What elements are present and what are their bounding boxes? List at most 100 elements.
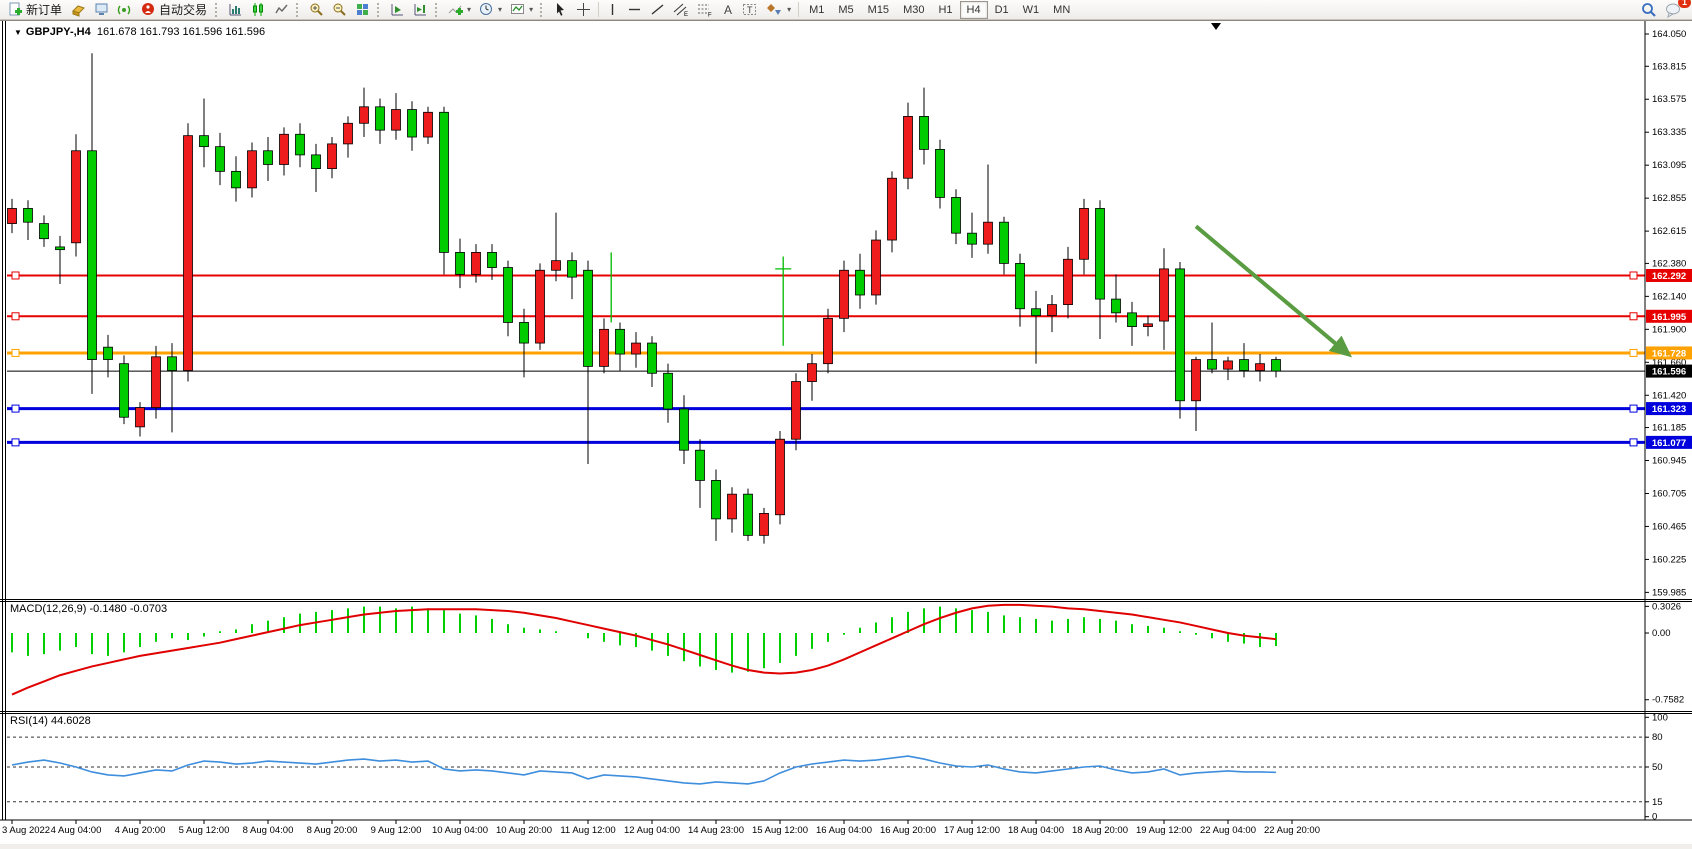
- tf-button-W1[interactable]: W1: [1016, 1, 1047, 19]
- tf-button-H1[interactable]: H1: [931, 1, 959, 19]
- toolbar-grip[interactable]: [435, 3, 441, 17]
- tf-button-M5[interactable]: M5: [831, 1, 860, 19]
- new-order-button[interactable]: 新订单: [3, 0, 67, 20]
- chart-plot-area[interactable]: [7, 23, 1645, 599]
- zoom-in-button[interactable]: [305, 0, 328, 20]
- price-tick-label: 162.615: [1652, 226, 1686, 237]
- candle: [728, 494, 737, 519]
- shapes-button[interactable]: ▾: [762, 0, 795, 20]
- terminal-button[interactable]: [90, 0, 113, 20]
- tf-button-M30[interactable]: M30: [896, 1, 931, 19]
- tf-button-H4[interactable]: H4: [960, 1, 988, 19]
- candle: [376, 107, 385, 130]
- line-handle[interactable]: [12, 439, 19, 446]
- candle: [24, 208, 33, 222]
- cursor-button[interactable]: [549, 0, 572, 20]
- chart-title: ▼GBPJPY-,H4 161.678 161.793 161.596 161.…: [14, 26, 265, 38]
- line-handle[interactable]: [1630, 272, 1637, 279]
- horizontal-line-button[interactable]: [623, 0, 646, 20]
- text-label-button[interactable]: T: [738, 0, 762, 20]
- line-chart-button[interactable]: [270, 0, 293, 20]
- tf-button-MN[interactable]: MN: [1046, 1, 1077, 19]
- auto-trading-button[interactable]: 自动交易: [136, 0, 212, 20]
- tile-windows-button[interactable]: [351, 0, 374, 20]
- rsi-name: RSI(14): [10, 715, 48, 727]
- terminal-icon: [94, 2, 109, 17]
- zoom-out-button[interactable]: [328, 0, 351, 20]
- date-label: 3 Aug 2022: [2, 825, 50, 836]
- line-handle[interactable]: [1630, 405, 1637, 412]
- candle: [216, 147, 225, 172]
- fibonacci-button[interactable]: F: [693, 0, 717, 20]
- auto-scroll-button[interactable]: [386, 0, 409, 20]
- candle: [616, 329, 625, 354]
- templates-button[interactable]: ▾: [506, 0, 537, 20]
- date-label: 10 Aug 04:00: [432, 825, 488, 836]
- date-label: 4 Aug 20:00: [115, 825, 166, 836]
- notifications-button[interactable]: 1: [1661, 0, 1686, 20]
- price-badge-value: 161.077: [1652, 438, 1686, 449]
- line-handle[interactable]: [1630, 439, 1637, 446]
- ohlc-values: 161.678 161.793 161.596 161.596: [97, 26, 265, 38]
- date-label: 16 Aug 20:00: [880, 825, 936, 836]
- indicators-button[interactable]: ▾: [444, 0, 475, 20]
- candlestick-chart-button[interactable]: [247, 0, 270, 20]
- line-handle[interactable]: [12, 272, 19, 279]
- text-icon: A: [721, 2, 734, 17]
- timeframe-group: M1M5M15M30H1H4D1W1MN: [802, 1, 1077, 19]
- collapse-triangle-icon[interactable]: ▼: [14, 28, 22, 37]
- tf-button-M1[interactable]: M1: [802, 1, 831, 19]
- zoom-out-icon: [332, 2, 347, 17]
- tf-button-D1[interactable]: D1: [988, 1, 1016, 19]
- candle: [328, 144, 337, 169]
- date-label: 4 Aug 04:00: [51, 825, 102, 836]
- line-handle[interactable]: [1630, 313, 1637, 320]
- toolbar-grip[interactable]: [296, 3, 302, 17]
- chart-canvas[interactable]: 164.050163.815163.575163.335163.095162.8…: [0, 21, 1692, 844]
- signal-button[interactable]: [113, 0, 136, 20]
- line-handle[interactable]: [12, 313, 19, 320]
- candle: [1192, 360, 1201, 401]
- candle: [520, 322, 529, 343]
- search-button[interactable]: [1637, 0, 1661, 20]
- candle: [1128, 313, 1137, 327]
- channel-button[interactable]: E: [669, 0, 693, 20]
- date-label: 19 Aug 12:00: [1136, 825, 1192, 836]
- macd-tick-label: 0.00: [1652, 628, 1671, 639]
- date-label: 22 Aug 20:00: [1264, 825, 1320, 836]
- toolbar-grip[interactable]: [377, 3, 383, 17]
- candle: [856, 270, 865, 295]
- macd-values: -0.1480 -0.0703: [89, 603, 167, 615]
- line-handle[interactable]: [12, 349, 19, 356]
- crosshair-button[interactable]: [572, 0, 595, 20]
- chart-window[interactable]: ▼GBPJPY-,H4 161.678 161.793 161.596 161.…: [0, 20, 1692, 843]
- candle: [296, 134, 305, 155]
- bar-chart-button[interactable]: [224, 0, 247, 20]
- vertical-line-button[interactable]: [602, 0, 623, 20]
- line-handle[interactable]: [12, 405, 19, 412]
- candle: [120, 364, 129, 418]
- toolbar-grip[interactable]: [540, 3, 546, 17]
- price-tick-label: 163.575: [1652, 94, 1686, 105]
- periods-button[interactable]: ▾: [475, 0, 506, 20]
- toolbar-grip[interactable]: [215, 3, 221, 17]
- candle: [984, 222, 993, 244]
- auto-trading-label: 自动交易: [159, 1, 207, 18]
- candle: [904, 116, 913, 178]
- new-order-label: 新订单: [26, 1, 62, 18]
- price-tick-label: 163.095: [1652, 160, 1686, 171]
- rsi-tick-label: 80: [1652, 732, 1663, 743]
- candle: [280, 134, 289, 164]
- candle: [744, 494, 753, 535]
- candle: [424, 112, 433, 137]
- trendline-button[interactable]: [646, 0, 669, 20]
- chevron-down-icon: ▾: [787, 5, 791, 14]
- line-handle[interactable]: [1630, 349, 1637, 356]
- price-tick-label: 161.185: [1652, 423, 1686, 434]
- candle: [1160, 269, 1169, 321]
- chart-shift-button[interactable]: [409, 0, 432, 20]
- text-button[interactable]: A: [717, 0, 738, 20]
- macd-tick-label: -0.7582: [1652, 695, 1684, 706]
- tf-button-M15[interactable]: M15: [861, 1, 896, 19]
- gold-box-button[interactable]: [67, 0, 90, 20]
